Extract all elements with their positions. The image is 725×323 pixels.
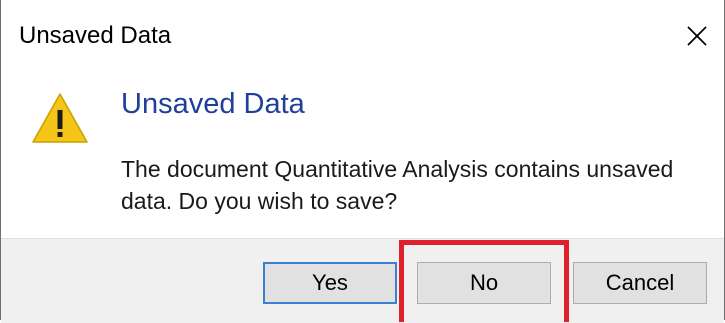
close-icon	[687, 26, 707, 46]
no-button[interactable]: No	[417, 262, 551, 304]
button-bar: Yes No Cancel	[1, 238, 724, 323]
close-button[interactable]	[670, 12, 724, 58]
dialog-heading: Unsaved Data	[121, 88, 305, 120]
warning-icon	[31, 92, 89, 144]
window-title: Unsaved Data	[19, 22, 172, 49]
cancel-button[interactable]: Cancel	[573, 262, 707, 304]
yes-button[interactable]: Yes	[263, 262, 397, 304]
dialog-message: The document Quantitative Analysis conta…	[121, 156, 674, 214]
title-bar: Unsaved Data	[1, 0, 724, 72]
unsaved-data-dialog: Unsaved Data Unsaved Data The document Q…	[0, 0, 725, 323]
